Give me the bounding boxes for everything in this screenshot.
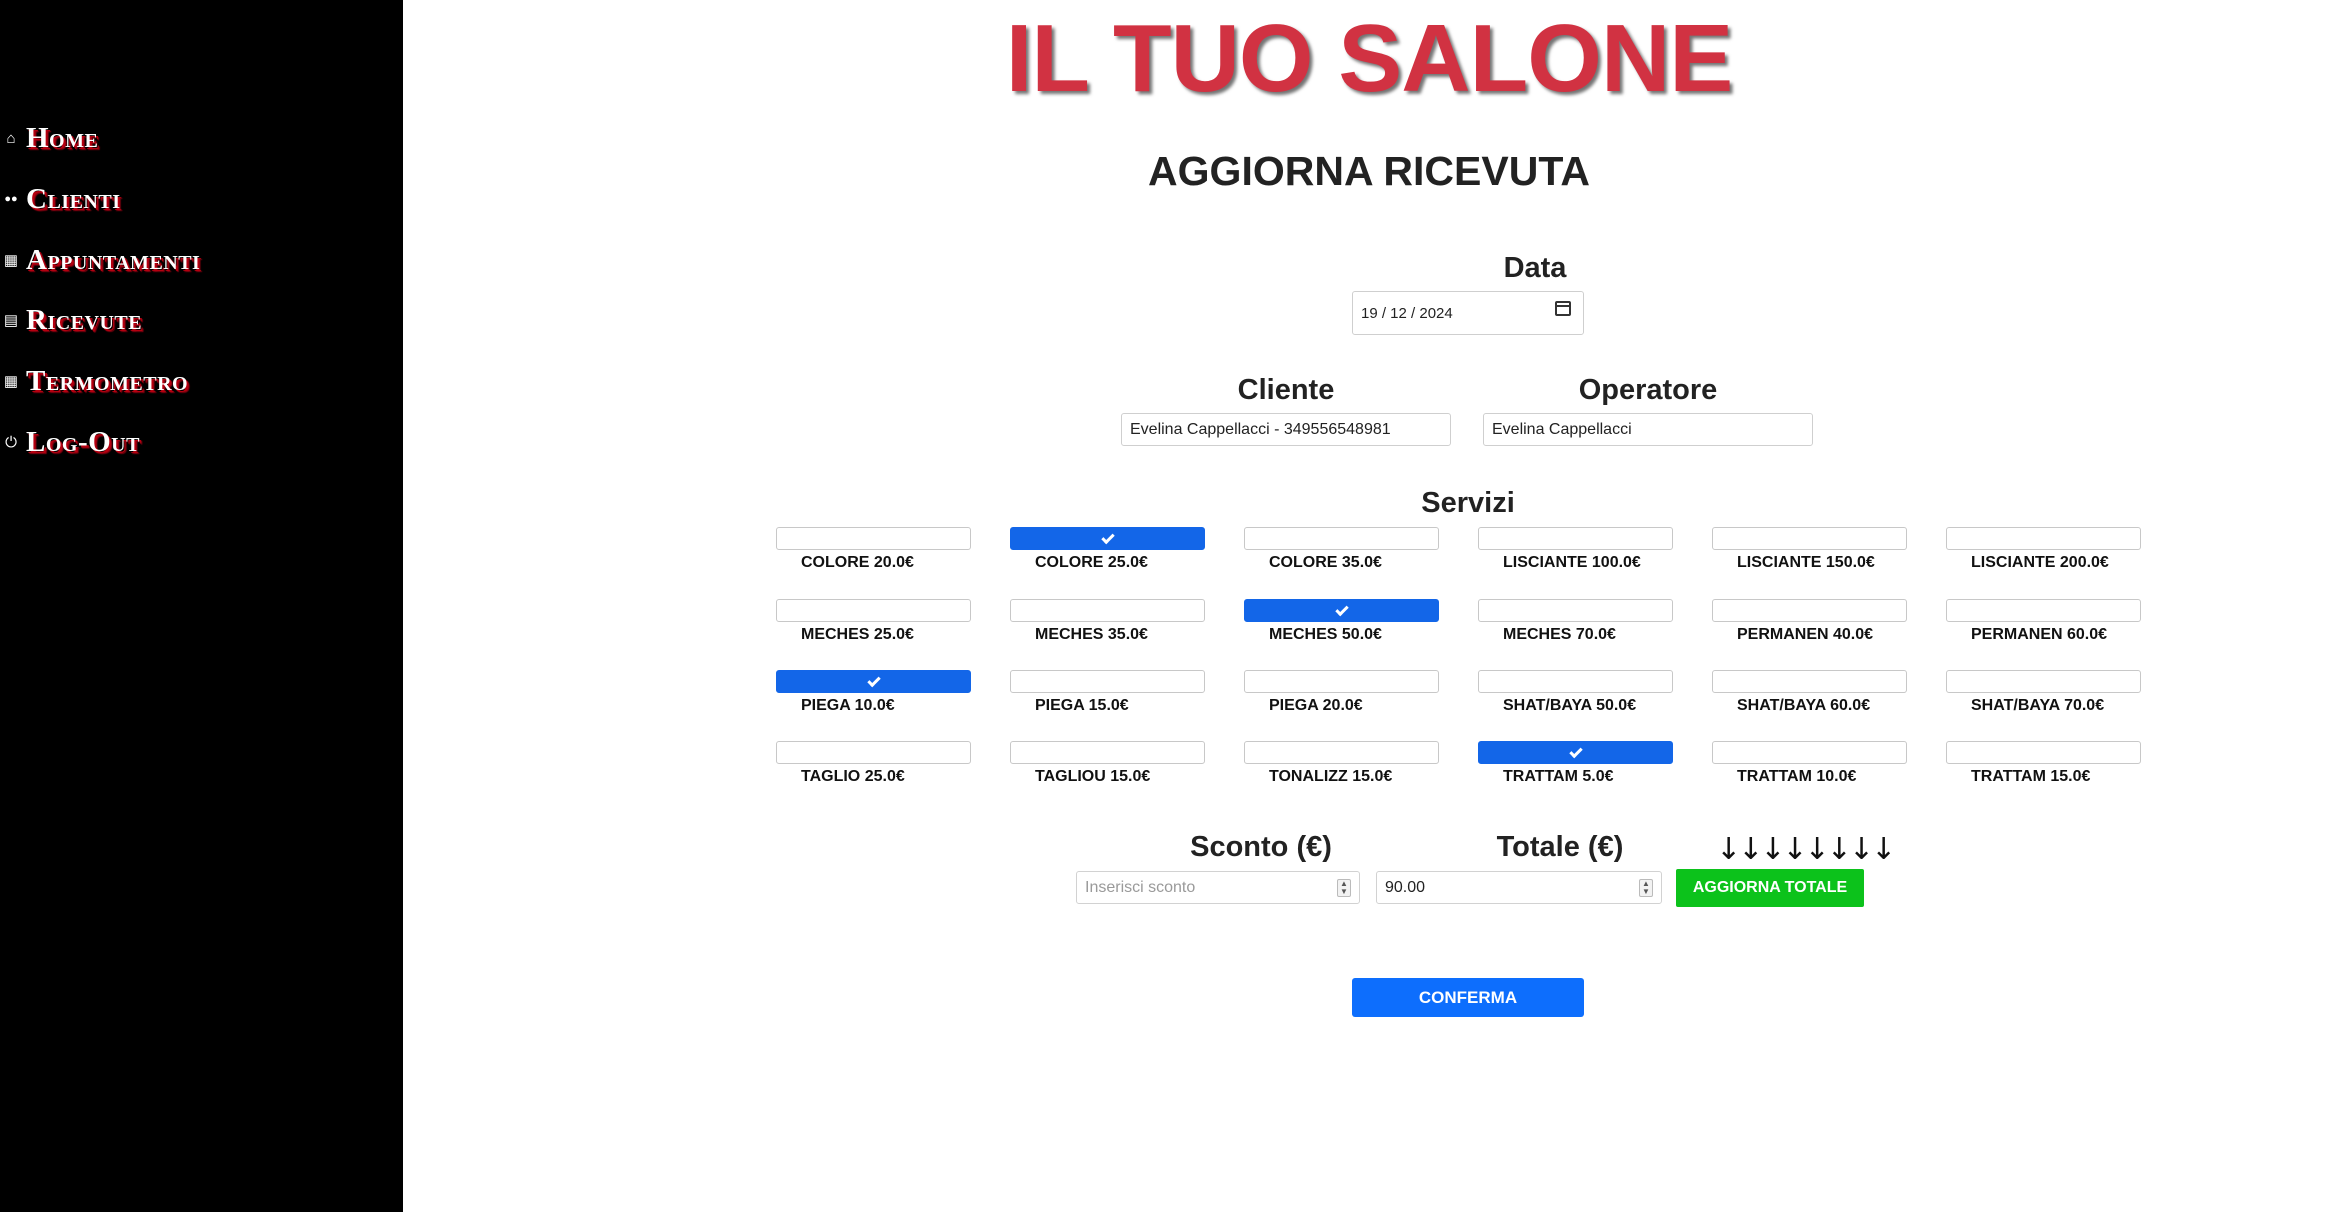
update-total-button[interactable]: AGGIORNA TOTALE (1676, 869, 1864, 907)
service-checkbox[interactable] (1478, 527, 1673, 550)
thermometer-icon: ▦ (3, 373, 19, 390)
total-input[interactable]: 90.00 ▲ ▼ (1376, 871, 1662, 904)
service-checkbox[interactable] (776, 599, 971, 622)
calendar-icon[interactable] (1555, 301, 1571, 316)
service-checkbox[interactable] (1712, 670, 1907, 693)
service-label: TRATTAM 15.0€ (1971, 768, 2091, 785)
date-field[interactable]: 19 / 12 / 2024 (1352, 291, 1584, 335)
sidebar-item-home[interactable]: ⌂ Home (0, 118, 98, 158)
spinner-icon[interactable]: ▲ ▼ (1639, 879, 1653, 897)
check-icon (1334, 602, 1349, 616)
sidebar-item-clienti[interactable]: ●● Clienti (0, 179, 120, 219)
service-checkbox[interactable] (1244, 670, 1439, 693)
service-label: LISCIANTE 150.0€ (1737, 554, 1875, 571)
service-checkbox[interactable] (1010, 741, 1205, 764)
home-icon: ⌂ (6, 129, 16, 147)
service-checkbox[interactable] (1946, 527, 2141, 550)
check-icon (1568, 744, 1583, 758)
service-label: PIEGA 20.0€ (1269, 697, 1363, 714)
date-value: 19 / 12 / 2024 (1361, 304, 1453, 322)
check-icon (866, 673, 881, 687)
service-checkbox[interactable] (1010, 527, 1205, 550)
service-checkbox[interactable] (1010, 599, 1205, 622)
total-label: Totale (€) (1496, 831, 1624, 863)
service-checkbox[interactable] (1244, 741, 1439, 764)
sidebar-item-label: Ricevute (26, 303, 143, 336)
service-label: SHAT/BAYA 50.0€ (1503, 697, 1637, 714)
service-label: TRATTAM 10.0€ (1737, 768, 1857, 785)
service-checkbox[interactable] (1010, 670, 1205, 693)
discount-placeholder: Inserisci sconto (1085, 878, 1196, 896)
client-value: Evelina Cappellacci - 349556548981 (1130, 420, 1391, 438)
total-value: 90.00 (1385, 878, 1426, 896)
sidebar-item-label: Clienti (26, 182, 121, 215)
sidebar-item-label: Home (26, 121, 99, 154)
date-label: Data (1503, 252, 1567, 284)
service-label: TONALIZZ 15.0€ (1269, 768, 1393, 785)
service-checkbox[interactable] (1244, 599, 1439, 622)
service-label: COLORE 20.0€ (801, 554, 914, 571)
service-label: MECHES 50.0€ (1269, 626, 1382, 643)
sidebar-item-label: Appuntamenti (26, 243, 201, 276)
arrows-indicator: ↓↓↓↓↓↓↓↓ (1716, 832, 1896, 867)
service-checkbox[interactable] (1712, 527, 1907, 550)
service-checkbox[interactable] (1946, 741, 2141, 764)
main-content: IL TUO SALONE AGGIORNA RICEVUTA Data 19 … (403, 0, 2335, 1212)
service-checkbox[interactable] (1946, 670, 2141, 693)
sidebar-item-log-out[interactable]: ⏻ Log-Out (0, 422, 140, 462)
service-checkbox[interactable] (776, 741, 971, 764)
calendar-icon: ▦ (3, 252, 19, 269)
service-label: MECHES 70.0€ (1503, 626, 1616, 643)
service-checkbox[interactable] (1478, 670, 1673, 693)
sidebar-item-termometro[interactable]: ▦ Termometro (0, 361, 188, 401)
services-label: Servizi (1421, 487, 1515, 519)
brand-title: IL TUO SALONE (1005, 5, 1734, 112)
service-label: PIEGA 10.0€ (801, 697, 895, 714)
service-label: LISCIANTE 200.0€ (1971, 554, 2109, 571)
service-label: LISCIANTE 100.0€ (1503, 554, 1641, 571)
service-checkbox[interactable] (1244, 527, 1439, 550)
sidebar-item-appuntamenti[interactable]: ▦ Appuntamenti (0, 240, 200, 280)
service-label: PIEGA 15.0€ (1035, 697, 1129, 714)
users-icon: ●● (4, 193, 18, 205)
sidebar-item-label: Termometro (26, 364, 189, 397)
sidebar-item-ricevute[interactable]: ▤ Ricevute (0, 300, 142, 340)
operator-value: Evelina Cappellacci (1492, 420, 1632, 438)
operator-field[interactable]: Evelina Cappellacci (1483, 413, 1813, 446)
page-title: AGGIORNA RICEVUTA (1148, 148, 1590, 194)
service-label: TAGLIOU 15.0€ (1035, 768, 1151, 785)
power-icon: ⏻ (5, 433, 17, 451)
service-checkbox[interactable] (776, 527, 971, 550)
service-checkbox[interactable] (1712, 599, 1907, 622)
confirm-button[interactable]: CONFERMA (1352, 978, 1584, 1017)
service-label: PERMANEN 40.0€ (1737, 626, 1874, 643)
service-label: COLORE 35.0€ (1269, 554, 1382, 571)
operator-label: Operatore (1578, 374, 1718, 406)
client-field[interactable]: Evelina Cappellacci - 349556548981 (1121, 413, 1451, 446)
service-checkbox[interactable] (776, 670, 971, 693)
check-icon (1100, 530, 1115, 544)
service-label: TAGLIO 25.0€ (801, 768, 905, 785)
receipt-icon: ▤ (3, 312, 19, 329)
service-label: COLORE 25.0€ (1035, 554, 1148, 571)
service-label: TRATTAM 5.0€ (1503, 768, 1614, 785)
client-label: Cliente (1237, 374, 1335, 406)
service-checkbox[interactable] (1478, 599, 1673, 622)
sidebar-item-label: Log-Out (26, 425, 140, 458)
spinner-icon[interactable]: ▲ ▼ (1337, 879, 1351, 897)
discount-input[interactable]: Inserisci sconto ▲ ▼ (1076, 871, 1360, 904)
service-checkbox[interactable] (1478, 741, 1673, 764)
service-checkbox[interactable] (1946, 599, 2141, 622)
discount-label: Sconto (€) (1190, 831, 1332, 863)
sidebar: ⌂ Home ●● Clienti ▦ Appuntamenti ▤ Ricev… (0, 0, 403, 1212)
service-label: MECHES 35.0€ (1035, 626, 1148, 643)
service-label: SHAT/BAYA 70.0€ (1971, 697, 2105, 714)
service-label: MECHES 25.0€ (801, 626, 914, 643)
service-label: SHAT/BAYA 60.0€ (1737, 697, 1871, 714)
service-checkbox[interactable] (1712, 741, 1907, 764)
service-label: PERMANEN 60.0€ (1971, 626, 2108, 643)
